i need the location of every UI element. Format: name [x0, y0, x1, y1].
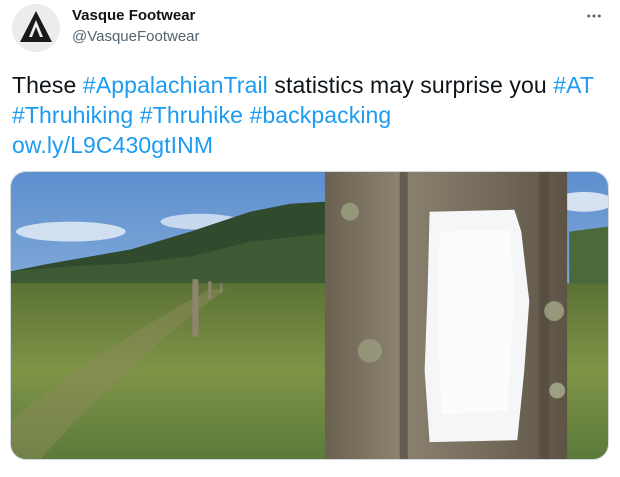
tweet-text: These #AppalachianTrail statistics may s… — [12, 70, 608, 160]
more-options-button[interactable] — [580, 2, 608, 30]
url-link[interactable]: ow.ly/L9C430gtINM — [12, 132, 213, 158]
author-avatar[interactable] — [12, 4, 60, 52]
more-icon — [587, 14, 601, 18]
tweet-text-middle: statistics may surprise you — [267, 72, 554, 98]
hashtag-link[interactable]: #Thruhike — [140, 102, 243, 128]
vasque-logo-icon — [12, 4, 60, 52]
hashtag-link[interactable]: #AT — [553, 72, 594, 98]
tweet-text-prefix: These — [12, 72, 83, 98]
hashtag-link[interactable]: #AppalachianTrail — [83, 72, 268, 98]
trail-blaze-photo — [11, 172, 608, 459]
hashtag-link[interactable]: #Thruhiking — [12, 102, 133, 128]
hashtag-link[interactable]: #backpacking — [249, 102, 391, 128]
author-handle[interactable]: @VasqueFootwear — [72, 28, 200, 45]
tweet-media-photo[interactable] — [10, 171, 609, 460]
tweet-card: Vasque Footwear @VasqueFootwear These #A… — [0, 0, 620, 477]
author-name[interactable]: Vasque Footwear — [72, 7, 195, 24]
